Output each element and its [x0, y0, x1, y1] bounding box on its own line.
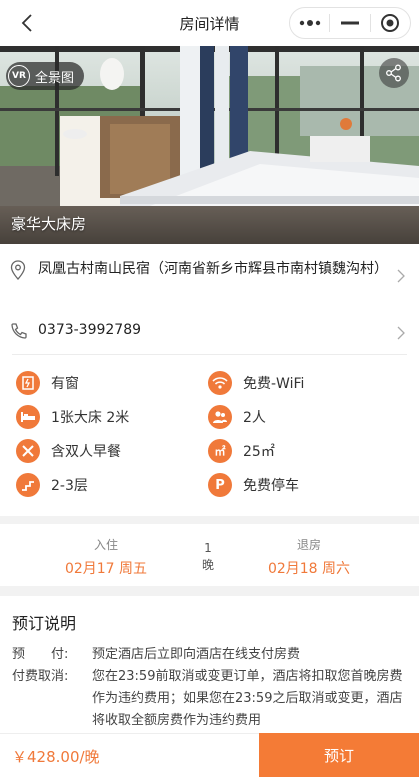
- room-photo[interactable]: VR 全景图 豪华大床房: [0, 46, 419, 244]
- info-divider: [12, 354, 407, 355]
- cancellation-note: 付费取消: 您在23:59前取消或变更订单，酒店将扣取您首晚房费作为违约费用；如…: [12, 666, 412, 732]
- note-text: 您在23:59前取消或变更订单，酒店将扣取您首晚房费作为违约费用；如果您在23:…: [92, 669, 403, 728]
- nights-value: 1: [204, 541, 212, 555]
- amenity-label: 2人: [243, 410, 266, 426]
- more-icon[interactable]: [290, 8, 329, 38]
- amenity-guests: 2人: [208, 405, 266, 429]
- window-icon: [16, 371, 40, 395]
- location-pin-icon: [10, 260, 26, 284]
- area-icon: ㎡: [208, 439, 232, 463]
- vr-panorama-button[interactable]: VR 全景图: [6, 62, 85, 90]
- book-button[interactable]: 预订: [259, 733, 419, 777]
- chevron-right-icon: [397, 268, 405, 287]
- phone-row[interactable]: 0373-3992789: [0, 318, 419, 354]
- amenity-area: ㎡ 25㎡: [208, 439, 275, 463]
- amenity-window: 有窗: [16, 371, 79, 395]
- booking-bar: ￥428.00/晚 预订: [0, 733, 419, 777]
- address-row[interactable]: 凤凰古村南山民宿（河南省新乡市辉县市南村镇魏沟村）: [0, 258, 419, 318]
- chevron-right-icon: [397, 325, 405, 344]
- mini-program-capsule: [289, 7, 411, 39]
- checkout-label: 退房: [296, 538, 321, 552]
- room-name: 豪华大床房: [11, 215, 87, 233]
- stairs-icon: [16, 473, 40, 497]
- amenity-label: 25㎡: [243, 444, 275, 460]
- amenity-label: 有窗: [51, 376, 79, 392]
- hotel-address: 凤凰古村南山民宿（河南省新乡市辉县市南村镇魏沟村）: [38, 261, 388, 277]
- amenity-parking: P 免费停车: [208, 473, 299, 497]
- people-icon: [208, 405, 232, 429]
- amenity-floor: 2-3层: [16, 473, 88, 497]
- room-detail-page: 房间详情 VR 全景图 豪华大床房 凤凰古村南山民宿（河南省新乡市辉县市南村镇魏…: [0, 0, 419, 777]
- nights-count: 1 晚: [196, 540, 220, 574]
- breakfast-icon: [16, 439, 40, 463]
- checkin-label: 入住: [93, 538, 118, 552]
- checkin-date[interactable]: 入住 02月17 周五: [62, 536, 150, 578]
- nav-bar: 房间详情: [0, 0, 419, 46]
- back-icon[interactable]: [16, 11, 40, 35]
- parking-icon: P: [208, 473, 232, 497]
- bed-icon: [16, 405, 40, 429]
- checkout-date[interactable]: 退房 02月18 周六: [264, 536, 354, 578]
- vr-label: 全景图: [35, 70, 75, 86]
- notes-title: 预订说明: [12, 614, 77, 633]
- note-text: 预定酒店后立即向酒店在线支付房费: [92, 647, 301, 662]
- stay-dates[interactable]: 入住 02月17 周五 1 晚 退房 02月18 周六: [0, 524, 419, 586]
- checkout-value: 02月18 周六: [267, 561, 351, 577]
- amenity-wifi: 免费-WiFi: [208, 371, 304, 395]
- note-label: 预 付:: [12, 647, 69, 662]
- amenity-label: 免费-WiFi: [243, 376, 305, 392]
- vr-icon: VR: [8, 65, 30, 87]
- note-label: 付费取消:: [12, 669, 69, 684]
- hotel-info-card: 凤凰古村南山民宿（河南省新乡市辉县市南村镇魏沟村） 0373-3992789 有…: [0, 244, 419, 516]
- close-target-icon[interactable]: [371, 8, 410, 38]
- amenity-bed: 1张大床 2米: [16, 405, 129, 429]
- minimize-icon[interactable]: [330, 8, 369, 38]
- booking-notes: 预订说明 预 付: 预定酒店后立即向酒店在线支付房费 付费取消: 您在23:59…: [0, 596, 419, 736]
- nights-unit: 晚: [201, 558, 214, 572]
- checkin-value: 02月17 周五: [64, 561, 148, 577]
- amenity-label: 含双人早餐: [51, 444, 121, 460]
- price-per-night: ￥428.00/晚: [12, 748, 100, 766]
- wifi-icon: [208, 371, 232, 395]
- page-title: 房间详情: [179, 14, 240, 33]
- prepay-note: 预 付: 预定酒店后立即向酒店在线支付房费: [12, 644, 412, 666]
- share-icon[interactable]: [379, 58, 409, 88]
- amenity-label: 2-3层: [51, 478, 88, 494]
- amenity-label: 免费停车: [243, 478, 299, 494]
- phone-icon: [10, 322, 28, 344]
- amenity-breakfast: 含双人早餐: [16, 439, 121, 463]
- amenity-label: 1张大床 2米: [51, 410, 130, 426]
- hotel-phone: 0373-3992789: [38, 322, 142, 338]
